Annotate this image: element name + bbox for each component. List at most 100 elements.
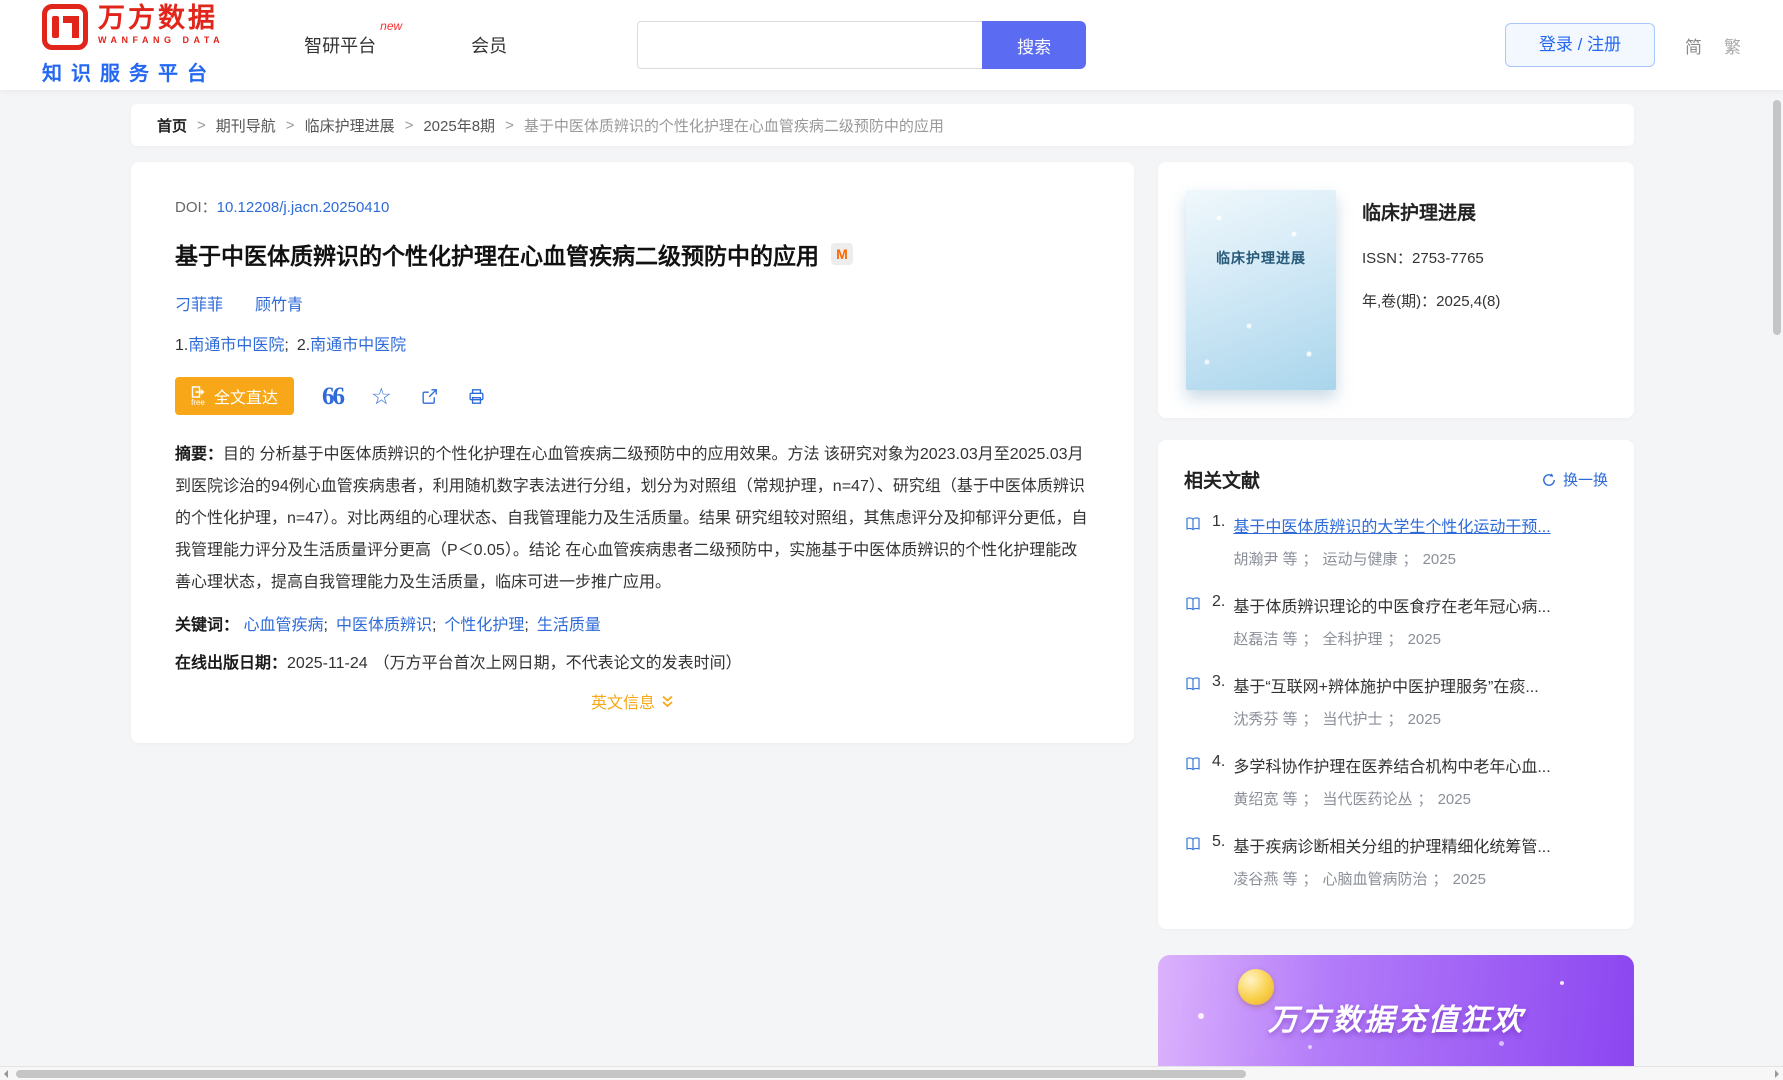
affiliation-prefix: 1. (175, 337, 189, 354)
related-item-meta: 赵磊洁 等；全科护理； 2025 (1233, 628, 1608, 649)
book-icon (1184, 835, 1202, 889)
metrics-badge[interactable]: M (831, 243, 853, 265)
breadcrumb-journal-nav[interactable]: 期刊导航 (216, 115, 276, 136)
language-toggle: 简 繁 (1685, 33, 1741, 58)
keywords-section: 关键词： 心血管疾病; 中医体质辨识; 个性化护理; 生活质量 (175, 611, 1090, 635)
page: 万方数据 WANFANG DATA 知识服务平台 智研平台 new 会员 搜索 … (0, 0, 1783, 1080)
related-item-source: 当代护士 (1322, 711, 1383, 728)
related-item-year: 2025 (1407, 711, 1441, 728)
fulltext-free-label: free (191, 397, 205, 407)
related-item: 2. 基于体质辨识理论的中医食疗在老年冠心病... 赵磊洁 等；全科护理； 202… (1184, 593, 1608, 649)
affiliation-list: 1.南通市中医院; 2.南通市中医院 (175, 331, 1090, 355)
related-item-title[interactable]: 基于体质辨识理论的中医食疗在老年冠心病... (1233, 593, 1608, 617)
vertical-scrollbar-thumb[interactable] (1773, 100, 1781, 335)
pubdate-value: 2025-11-24 (287, 655, 368, 672)
breadcrumb-journal[interactable]: 临床护理进展 (305, 115, 395, 136)
related-item-year: 2025 (1437, 791, 1471, 808)
related-item-year: 2025 (1422, 551, 1456, 568)
search-button[interactable]: 搜索 (982, 21, 1087, 69)
article-detail-card: DOI：10.12208/j.jacn.20250410 基于中医体质辨识的个性… (131, 162, 1134, 743)
breadcrumb: 首页 > 期刊导航 > 临床护理进展 > 2025年8期 > 基于中医体质辨识的… (131, 104, 1634, 146)
author-link[interactable]: 顾竹青 (255, 291, 303, 315)
related-item-year: 2025 (1452, 871, 1486, 888)
favorite-star-icon[interactable]: ☆ (371, 384, 392, 408)
scroll-left-arrow[interactable] (4, 1070, 8, 1078)
brand-subtitle: 知识服务平台 (42, 63, 216, 85)
meta-separator: ； (1302, 551, 1318, 568)
nav-item-zhiyan[interactable]: 智研平台 new (304, 19, 402, 58)
affiliation-link[interactable]: 南通市中医院 (188, 337, 284, 354)
related-list: 1. 基于中医体质辨识的大学生个性化运动干预... 胡瀚尹 等；运动与健康； 20… (1184, 513, 1608, 889)
related-item-source: 运动与健康 (1322, 551, 1398, 568)
keyword-link[interactable]: 个性化护理 (444, 617, 524, 634)
related-item-authors: 赵磊洁 等 (1233, 631, 1298, 648)
refresh-related-button[interactable]: 换一换 (1541, 469, 1608, 490)
horizontal-scrollbar[interactable] (0, 1066, 1783, 1080)
journal-volume: 年,卷(期)：2025,4(8) (1362, 290, 1500, 311)
english-info-toggle[interactable]: 英文信息 (175, 689, 1090, 713)
english-info-label: 英文信息 (590, 695, 655, 712)
fulltext-access-button[interactable]: free 全文直达 (175, 377, 295, 415)
share-icon[interactable] (420, 387, 439, 406)
book-icon (1184, 755, 1202, 809)
related-item-title[interactable]: 基于中医体质辨识的大学生个性化运动干预... (1233, 513, 1608, 537)
doi-link[interactable]: 10.12208/j.jacn.20250410 (217, 199, 390, 216)
meta-separator: ； (1302, 711, 1318, 728)
related-item-source: 全科护理 (1322, 631, 1383, 648)
journal-name[interactable]: 临床护理进展 (1362, 198, 1500, 225)
related-literature-card: 相关文献 换一换 1. 基于中医体质辨识的大学生个性化运动干预... 胡瀚尹 等… (1158, 440, 1634, 929)
pubdate-note: （万方平台首次上网日期，不代表论文的发表时间） (373, 655, 742, 672)
sparkle-decoration (1560, 981, 1564, 985)
breadcrumb-current-article: 基于中医体质辨识的个性化护理在心血管疾病二级预防中的应用 (523, 117, 944, 135)
author-link[interactable]: 刁菲菲 (175, 291, 223, 315)
search-input[interactable] (637, 21, 983, 69)
abstract-label: 摘要： (175, 446, 224, 463)
meta-separator: ； (1387, 631, 1403, 648)
related-item-title[interactable]: 基于“互联网+辨体施护中医护理服务”在痰... (1233, 673, 1608, 697)
affiliation-link[interactable]: 南通市中医院 (310, 337, 406, 354)
cite-icon[interactable]: 66 (322, 384, 345, 409)
related-item: 4. 多学科协作护理在医养结合机构中老年心血... 黄绍宽 等；当代医药论丛； 2… (1184, 753, 1608, 809)
scroll-right-arrow[interactable] (1775, 1070, 1779, 1078)
recharge-promo-banner[interactable]: 万方数据充值狂欢 (1158, 955, 1634, 1080)
breadcrumb-separator: > (285, 116, 295, 134)
new-badge: new (380, 19, 403, 33)
related-item-year: 2025 (1407, 631, 1441, 648)
affiliation-separator: ; (284, 337, 289, 354)
keyword-link[interactable]: 生活质量 (537, 617, 601, 634)
related-item-number: 1. (1212, 513, 1226, 530)
volume-label: 年,卷(期)： (1362, 293, 1437, 310)
fulltext-button-label: 全文直达 (214, 390, 279, 407)
related-item-number: 4. (1212, 753, 1226, 770)
breadcrumb-issue[interactable]: 2025年8期 (423, 115, 495, 136)
related-item-meta: 胡瀚尹 等；运动与健康； 2025 (1233, 548, 1608, 569)
related-item-title[interactable]: 基于疾病诊断相关分组的护理精细化统筹管... (1233, 833, 1608, 857)
related-item-title[interactable]: 多学科协作护理在医养结合机构中老年心血... (1233, 753, 1608, 777)
related-item-meta: 沈秀芬 等；当代护士； 2025 (1233, 708, 1608, 729)
sparkle-decoration (1499, 1041, 1504, 1046)
print-icon[interactable] (467, 387, 486, 406)
lang-traditional[interactable]: 繁 (1724, 33, 1741, 58)
journal-info-card: 临床护理进展 临床护理进展 ISSN：2753-7765 年,卷(期)：2025… (1158, 162, 1634, 418)
meta-separator: ； (1417, 791, 1433, 808)
login-register-button[interactable]: 登录 / 注册 (1505, 23, 1655, 67)
keyword-link[interactable]: 中医体质辨识 (336, 617, 432, 634)
related-item-meta: 黄绍宽 等；当代医药论丛； 2025 (1233, 788, 1608, 809)
fulltext-download-icon: free (191, 385, 205, 407)
breadcrumb-home[interactable]: 首页 (157, 115, 187, 136)
meta-separator: ； (1402, 551, 1418, 568)
related-item-number: 2. (1212, 593, 1226, 610)
journal-cover[interactable]: 临床护理进展 (1186, 190, 1336, 390)
affiliation-prefix: 2. (296, 337, 311, 354)
related-item-number: 3. (1212, 673, 1226, 690)
wanfang-logo[interactable]: 万方数据 WANFANG DATA 知识服务平台 (42, 4, 224, 86)
related-item-authors: 沈秀芬 等 (1233, 711, 1298, 728)
meta-separator: ； (1302, 871, 1318, 888)
related-item-authors: 黄绍宽 等 (1233, 791, 1298, 808)
lang-simplified[interactable]: 简 (1685, 33, 1702, 58)
sidebar: 临床护理进展 临床护理进展 ISSN：2753-7765 年,卷(期)：2025… (1158, 162, 1634, 1080)
main-nav: 智研平台 new 会员 (304, 19, 507, 58)
horizontal-scrollbar-thumb[interactable] (16, 1070, 1246, 1078)
nav-item-member[interactable]: 会员 (471, 32, 507, 58)
keyword-link[interactable]: 心血管疾病 (243, 617, 323, 634)
